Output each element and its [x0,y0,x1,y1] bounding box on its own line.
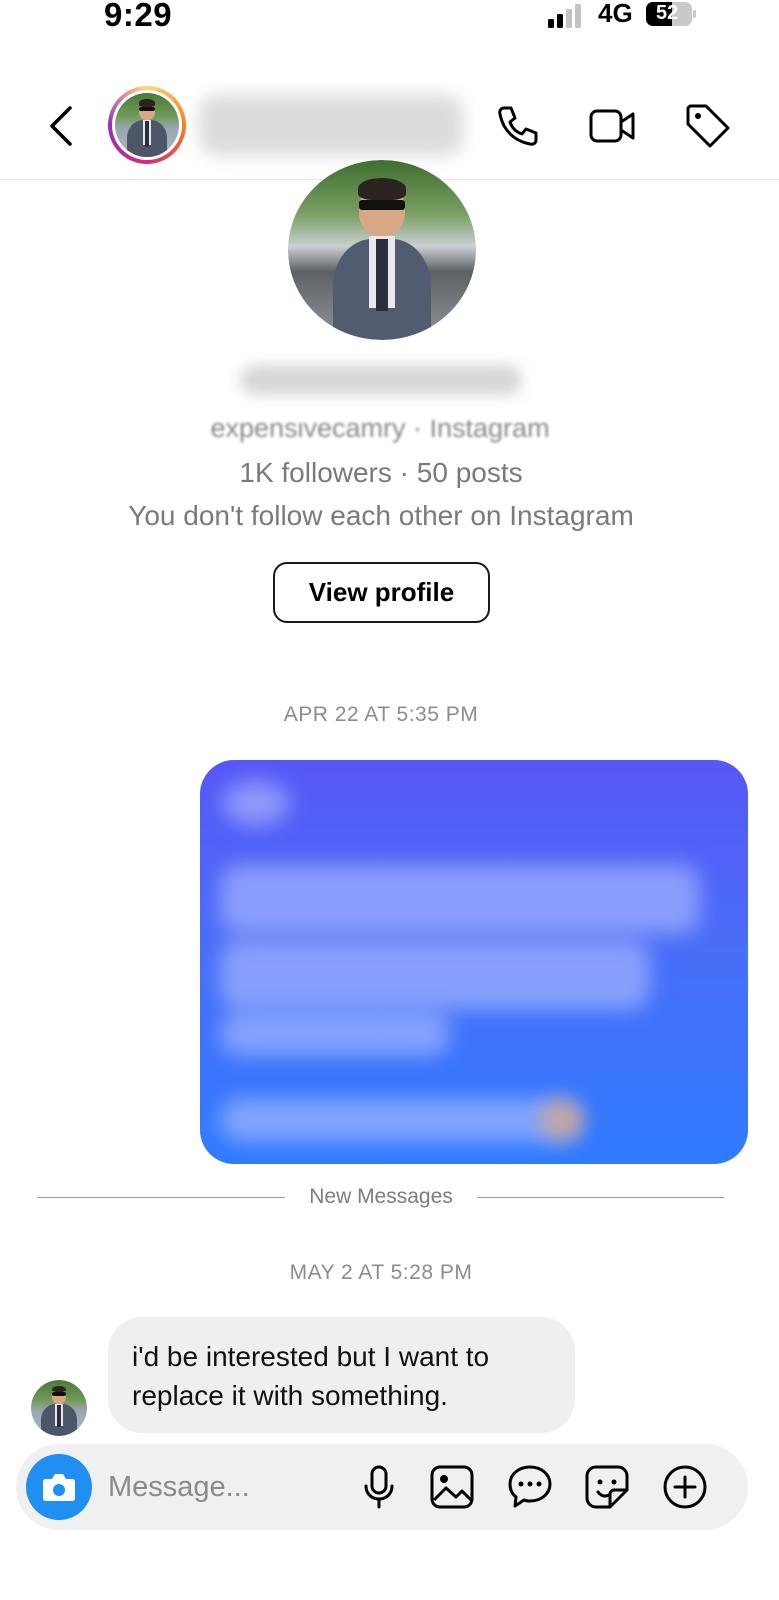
chat-bubble-icon[interactable] [507,1464,553,1510]
status-time: 9:29 [104,0,173,33]
signal-icon [548,4,581,28]
message-timestamp: MAY 2 AT 5:28 PM [289,1261,473,1284]
tag-icon[interactable] [684,102,732,150]
status-bar: 9:29 4G 52 [0,0,779,40]
contact-name-blurred[interactable] [198,94,464,156]
contact-avatar[interactable] [108,86,186,164]
camera-icon [43,1474,75,1501]
profile-photo[interactable] [288,160,476,340]
message-composer [16,1444,748,1530]
message-timestamp: APR 22 AT 5:35 PM [283,703,479,726]
phone-icon[interactable] [494,102,542,150]
microphone-icon[interactable] [356,1464,402,1510]
camera-button[interactable] [26,1454,92,1520]
battery-level: 52 [656,2,679,24]
video-camera-icon[interactable] [588,102,636,150]
message-input[interactable] [108,1462,348,1512]
profile-handle: expensivecamry · Instagram [210,420,550,443]
blurred-display-name [240,365,522,395]
chevron-left-icon[interactable] [44,106,80,146]
view-profile-button[interactable]: View profile [273,562,490,623]
image-icon[interactable] [429,1464,475,1510]
received-message-bubble[interactable]: i'd be interested but I want to replace … [108,1317,575,1433]
new-messages-divider: New Messages [38,1183,724,1213]
profile-stats: 1K followers · 50 posts [239,457,523,488]
plus-circle-icon[interactable] [662,1464,708,1510]
network-type: 4G [598,0,633,28]
sticker-icon[interactable] [584,1464,630,1510]
sender-avatar[interactable] [31,1380,87,1436]
follow-status-note: You don't follow each other on Instagram [128,500,634,531]
sent-message-bubble[interactable] [200,760,748,1164]
